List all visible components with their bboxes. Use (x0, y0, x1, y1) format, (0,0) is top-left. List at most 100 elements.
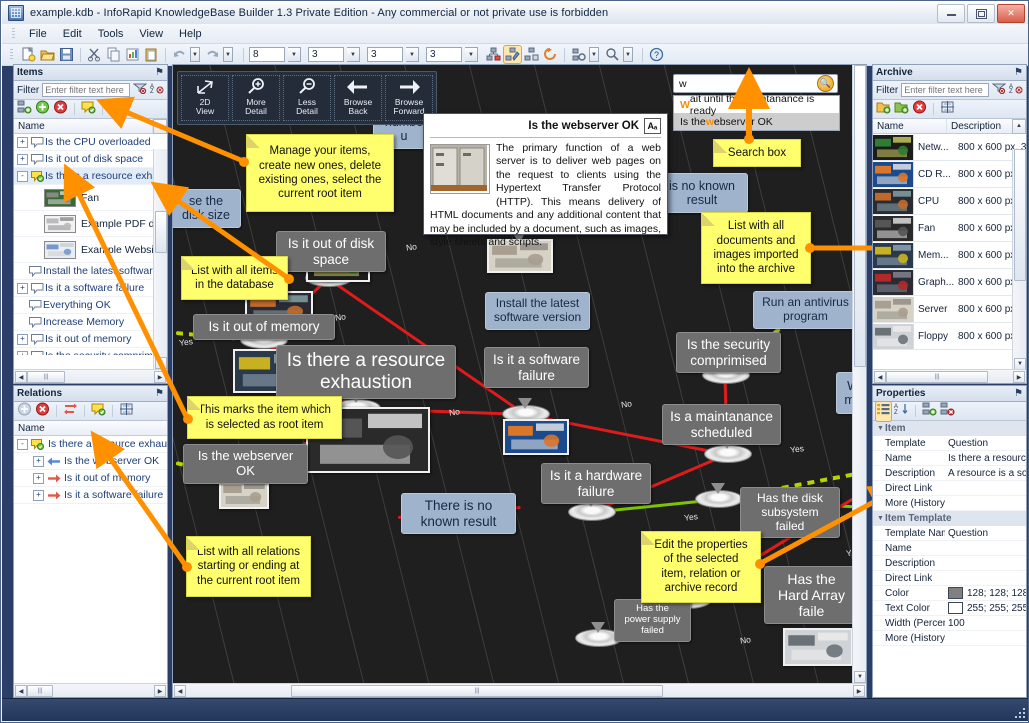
archive-row[interactable]: Floppy800 x 600 px, 32 (873, 323, 1026, 350)
zoom-tree-dropdown[interactable]: ▼ (589, 47, 599, 62)
relations-tree-row[interactable]: +Is the webserver OK (14, 453, 167, 470)
diagram-node[interactable]: Is it out of memory (193, 314, 335, 340)
diagram-node[interactable]: Is the webserver OK (183, 444, 308, 484)
relations-hscroll-thumb[interactable]: ||| (27, 685, 53, 697)
tree-expander[interactable]: - (17, 439, 28, 450)
color-swatch[interactable] (948, 587, 963, 599)
property-row[interactable]: DescriptionA resource is a sou (873, 466, 1026, 481)
items-tree-row[interactable]: Everything OK (14, 297, 167, 314)
tree-expander[interactable]: + (33, 456, 44, 467)
tree-expander[interactable]: + (17, 154, 28, 165)
tree-expander[interactable]: + (17, 137, 28, 148)
canvas-vscroll-thumb[interactable] (854, 65, 866, 367)
property-row[interactable]: NameIs there a resource (873, 451, 1026, 466)
spin-dropdown-3[interactable]: ▼ (406, 47, 419, 62)
items-tree-row[interactable]: +Is the security comprimised (14, 348, 167, 355)
tree-expander[interactable]: + (33, 473, 44, 484)
close-button[interactable]: ✕ (997, 4, 1025, 23)
diagram-node[interactable]: Is a maintanance scheduled (662, 404, 781, 445)
archive-hscroll-thumb[interactable]: ||| (886, 371, 988, 383)
items-tree-row[interactable]: +Is it out of memory (14, 331, 167, 348)
property-row[interactable]: Direct Link (873, 571, 1026, 586)
items-hscroll-right[interactable]: ▶ (154, 371, 166, 383)
sort-az-icon[interactable]: AZ (150, 81, 164, 99)
add-relation-icon[interactable] (17, 402, 32, 421)
items-hscrollbar[interactable]: ◀ ||| ▶ (14, 369, 167, 383)
archive-vscroll-thumb[interactable] (1014, 149, 1026, 281)
zoom-out-dropdown[interactable]: ▼ (623, 47, 633, 62)
archive-filter-input[interactable] (901, 83, 989, 97)
items-tree-row[interactable]: +Is the CPU overloaded (14, 134, 167, 151)
tree-expander[interactable]: - (17, 171, 28, 182)
archive-header-scroll-up[interactable]: ▲ (1012, 119, 1026, 134)
canvas-button-zoom-out[interactable]: LessDetail (283, 75, 331, 121)
archive-column-name[interactable]: Name (873, 119, 947, 133)
delete-record-icon[interactable] (912, 100, 927, 119)
spin-value-4[interactable]: 3 (426, 47, 462, 62)
items-header-scroll-up[interactable]: ▲ (153, 119, 167, 134)
relations-hscrollbar[interactable]: ◀ ||| ▶ (14, 683, 167, 697)
undo-dropdown[interactable]: ▼ (190, 47, 200, 62)
archive-row[interactable]: Mem...800 x 600 px, 32 (873, 242, 1026, 269)
archive-row[interactable]: Netw...800 x 600 px, 32 (873, 134, 1026, 161)
canvas-hscrollbar[interactable]: ◀ ||| ▶ (173, 683, 866, 697)
relations-tree-row[interactable]: +Is it a software failure (14, 487, 167, 504)
layout-tree-icon[interactable] (485, 46, 502, 63)
archive-hscroll-right[interactable]: ▶ (1013, 371, 1025, 383)
help-icon[interactable]: ? (648, 46, 665, 63)
add-linked-item-icon[interactable] (17, 100, 32, 119)
properties-grid[interactable]: ▼ItemTemplateQuestionNameIs there a reso… (873, 421, 1026, 693)
menu-edit[interactable]: Edit (55, 26, 90, 42)
tree-expander[interactable]: + (17, 334, 28, 345)
diagram-node[interactable]: Run an antivirus program (753, 291, 858, 329)
canvas-hscroll-thumb[interactable]: ||| (291, 685, 663, 697)
chevron-down-icon[interactable]: ▼ (876, 425, 885, 432)
items-hscroll-left[interactable]: ◀ (15, 371, 27, 383)
properties-group-header[interactable]: ▼Item Template (873, 511, 1026, 526)
canvas-hscroll-right[interactable]: ▶ (853, 685, 865, 697)
diagram-node[interactable]: Is there a resource exhaustion (276, 345, 456, 399)
menu-grip[interactable] (12, 28, 15, 40)
items-tree-row[interactable]: +Is it out of disk space (14, 151, 167, 168)
items-tree-row[interactable]: Example PDF document (14, 211, 167, 237)
layout-edit-icon[interactable] (504, 46, 521, 63)
canvas-button-arrow-left[interactable]: BrowseBack (334, 75, 382, 121)
delete-relation-icon[interactable] (35, 402, 50, 421)
format-text-button[interactable]: Aₐ (644, 118, 661, 134)
archive-hscrollbar[interactable]: ◀ ||| ▶ (873, 369, 1026, 383)
property-row[interactable]: Name (873, 541, 1026, 556)
properties-group-header[interactable]: ▼Item (873, 421, 1026, 436)
redo-icon[interactable] (204, 46, 221, 63)
archive-row[interactable]: Fan800 x 600 px, 32 (873, 215, 1026, 242)
paste-chart-icon[interactable] (124, 46, 141, 63)
archive-row[interactable]: CD R...800 x 600 px, 32 (873, 161, 1026, 188)
import-file-icon[interactable] (876, 100, 891, 119)
properties-pin-icon[interactable]: ⚑ (1014, 388, 1023, 399)
menu-view[interactable]: View (131, 26, 171, 42)
relations-tree-row[interactable]: -Is there a resource exhaustion (14, 436, 167, 453)
archive-pin-icon[interactable]: ⚑ (1014, 67, 1023, 78)
expand-all-icon[interactable] (940, 100, 955, 119)
cut-scissors-icon[interactable] (86, 46, 103, 63)
canvas-button-2d-view[interactable]: 2DView (181, 75, 229, 121)
diagram-node[interactable]: Is it out of disk space (276, 231, 386, 272)
add-item-icon[interactable] (35, 100, 50, 119)
expand-all-icon[interactable] (109, 100, 124, 119)
archive-list[interactable]: Netw...800 x 600 px, 32CD R...800 x 600 … (873, 134, 1026, 356)
diagram-node[interactable]: se the disk size (173, 189, 241, 228)
items-column-name[interactable]: Name (14, 119, 153, 133)
search-suggestions[interactable]: Wait until the maintanance is readyIs th… (673, 95, 840, 131)
relations-tree[interactable]: -Is there a resource exhaustion+Is the w… (14, 436, 167, 680)
canvas-vscrollbar[interactable]: ▼ (852, 65, 866, 684)
archive-hscroll-left[interactable]: ◀ (874, 371, 886, 383)
color-swatch[interactable] (948, 602, 963, 614)
canvas-vscroll-down[interactable]: ▼ (854, 671, 866, 683)
diagram-node[interactable]: Install the latest software version (485, 292, 590, 330)
add-property-icon[interactable] (922, 402, 937, 421)
search-input[interactable] (677, 77, 817, 91)
tree-expander[interactable]: + (33, 490, 44, 501)
search-magnifier-icon[interactable]: 🔍 (817, 75, 834, 92)
expand-all-icon[interactable] (119, 402, 134, 421)
relations-column-name[interactable]: Name (14, 421, 167, 435)
search-suggestion-item[interactable]: Wait until the maintanance is ready (674, 96, 839, 113)
